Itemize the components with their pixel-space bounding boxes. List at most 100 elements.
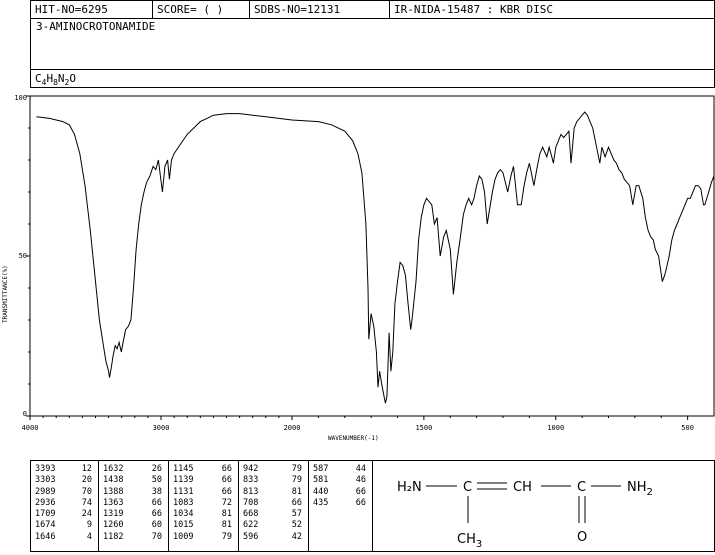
- peak-row: 1260 60: [99, 520, 168, 531]
- peak-transmittance: 74: [81, 497, 92, 508]
- peak-transmittance: 46: [355, 475, 366, 486]
- peak-transmittance: 66: [355, 497, 366, 508]
- peak-row: 668 57: [239, 509, 308, 520]
- score: SCORE= ( ): [153, 1, 250, 18]
- peak-wavenumber: 2989: [35, 486, 56, 497]
- peak-row: 1438 50: [99, 475, 168, 486]
- peak-wavenumber: 708: [243, 497, 259, 508]
- peak-column: 1632 26 1438 50 1388 38 1363 66 1319 66 1260 60 1182…: [99, 461, 169, 551]
- atom-nh2: NH2: [627, 480, 653, 498]
- atom-ch3: CH3: [457, 532, 482, 550]
- peak-transmittance: 81: [291, 486, 302, 497]
- peak-wavenumber: 833: [243, 475, 259, 486]
- x-axis: 4000 3000 2000 1500 1000 500: [22, 416, 694, 432]
- hit-no: HIT-NO=6295: [31, 1, 153, 18]
- peak-wavenumber: 1388: [103, 486, 124, 497]
- peak-wavenumber: 1131: [173, 486, 194, 497]
- peak-row: 2936 74: [31, 498, 98, 509]
- peak-row: 440 66: [309, 487, 372, 498]
- y-tick-label: 100: [14, 94, 27, 102]
- ir-nida: IR-NIDA-15487 : KBR DISC: [394, 3, 553, 16]
- x-axis-label: WAVENUMBER(-1): [328, 435, 379, 442]
- peak-transmittance: 81: [221, 509, 232, 520]
- peak-wavenumber: 440: [313, 486, 329, 497]
- peak-row: 435 66: [309, 498, 372, 509]
- compound-name: 3-AMINOCROTONAMIDE: [36, 20, 156, 33]
- peak-transmittance: 66: [221, 464, 232, 474]
- peak-transmittance: 20: [81, 475, 92, 486]
- peak-row: 1083 72: [169, 498, 238, 509]
- x-tick-label: 2000: [284, 424, 301, 432]
- peak-transmittance: 44: [355, 464, 366, 474]
- ir-spectrum-chart: 100500 4000 3000 2000 1500 1000 500 TRANSMITT…: [2, 94, 715, 442]
- peak-wavenumber: 1674: [35, 520, 56, 531]
- peak-transmittance: 66: [291, 497, 302, 508]
- peak-row: 833 79: [239, 475, 308, 486]
- peak-transmittance: 9: [86, 520, 92, 531]
- molecular-formula: C4H8N2O: [35, 72, 76, 88]
- compound-name-box: 3-AMINOCROTONAMIDE: [30, 18, 715, 70]
- peak-wavenumber: 1260: [103, 520, 124, 531]
- peak-transmittance: 79: [221, 531, 232, 542]
- peak-transmittance: 50: [151, 475, 162, 486]
- peak-row: 1674 9: [31, 520, 98, 531]
- peak-transmittance: 66: [151, 509, 162, 520]
- x-tick-label: 1500: [415, 424, 432, 432]
- peak-wavenumber: 1139: [173, 475, 194, 486]
- peak-wavenumber: 435: [313, 497, 329, 508]
- peak-wavenumber: 1632: [103, 464, 124, 474]
- peak-transmittance: 42: [291, 531, 302, 542]
- spectrum-header: HIT-NO=6295 SCORE= ( ) SDBS-NO=12131 IR-…: [30, 0, 715, 70]
- peak-row: 2989 70: [31, 487, 98, 498]
- peak-transmittance: 70: [151, 531, 162, 542]
- peak-transmittance: 57: [291, 509, 302, 520]
- peak-row: 1034 81: [169, 509, 238, 520]
- y-tick-label: 0: [23, 410, 27, 418]
- peak-row: 1139 66: [169, 475, 238, 486]
- peak-wavenumber: 1034: [173, 509, 194, 520]
- peak-row: 1632 26: [99, 464, 168, 475]
- peak-wavenumber: 668: [243, 509, 259, 520]
- x-tick-label: 4000: [22, 424, 39, 432]
- peak-wavenumber: 1145: [173, 464, 194, 474]
- x-tick-label: 1000: [547, 424, 564, 432]
- peak-transmittance: 79: [291, 475, 302, 486]
- formula-box: C4H8N2O: [30, 69, 715, 88]
- peak-wavenumber: 3393: [35, 464, 56, 474]
- peak-transmittance: 79: [291, 464, 302, 474]
- peak-row: 708 66: [239, 498, 308, 509]
- peak-wavenumber: 1319: [103, 509, 124, 520]
- peak-wavenumber: 1182: [103, 531, 124, 542]
- peak-wavenumber: 1363: [103, 497, 124, 508]
- peak-table: 3393 12 3303 20 2989 70 2936 74 1709 24 1674 9 1646 4…: [30, 460, 373, 552]
- structure-box: H₂N C CH C NH2 CH3 O: [372, 460, 715, 552]
- peak-transmittance: 26: [151, 464, 162, 474]
- atom-ch: CH: [513, 480, 532, 495]
- peak-wavenumber: 3303: [35, 475, 56, 486]
- peak-row: 3303 20: [31, 475, 98, 486]
- molecular-structure: H₂N C CH C NH2 CH3 O: [397, 480, 653, 550]
- atom-h2n: H₂N: [397, 480, 422, 495]
- peak-row: 587 44: [309, 464, 372, 475]
- peak-row: 942 79: [239, 464, 308, 475]
- x-tick-label: 500: [681, 424, 694, 432]
- plot-frame: [29, 95, 715, 417]
- peak-transmittance: 38: [151, 486, 162, 497]
- peak-wavenumber: 622: [243, 520, 259, 531]
- peak-row: 3393 12: [31, 464, 98, 475]
- peak-wavenumber: 1646: [35, 531, 56, 542]
- peak-row: 1182 70: [99, 532, 168, 543]
- peak-transmittance: 4: [86, 531, 92, 542]
- peak-row: 1709 24: [31, 509, 98, 520]
- peak-transmittance: 70: [81, 486, 92, 497]
- y-axis: 100 50 0: [14, 94, 30, 418]
- spectrum-line: [36, 111, 715, 404]
- peak-transmittance: 66: [221, 475, 232, 486]
- peak-row: 1363 66: [99, 498, 168, 509]
- peak-row: 1145 66: [169, 464, 238, 475]
- peak-wavenumber: 1015: [173, 520, 194, 531]
- peak-transmittance: 66: [355, 486, 366, 497]
- sdbs-no: SDBS-NO=12131: [250, 1, 390, 18]
- peak-wavenumber: 587: [313, 464, 329, 474]
- atom-o: O: [577, 530, 587, 545]
